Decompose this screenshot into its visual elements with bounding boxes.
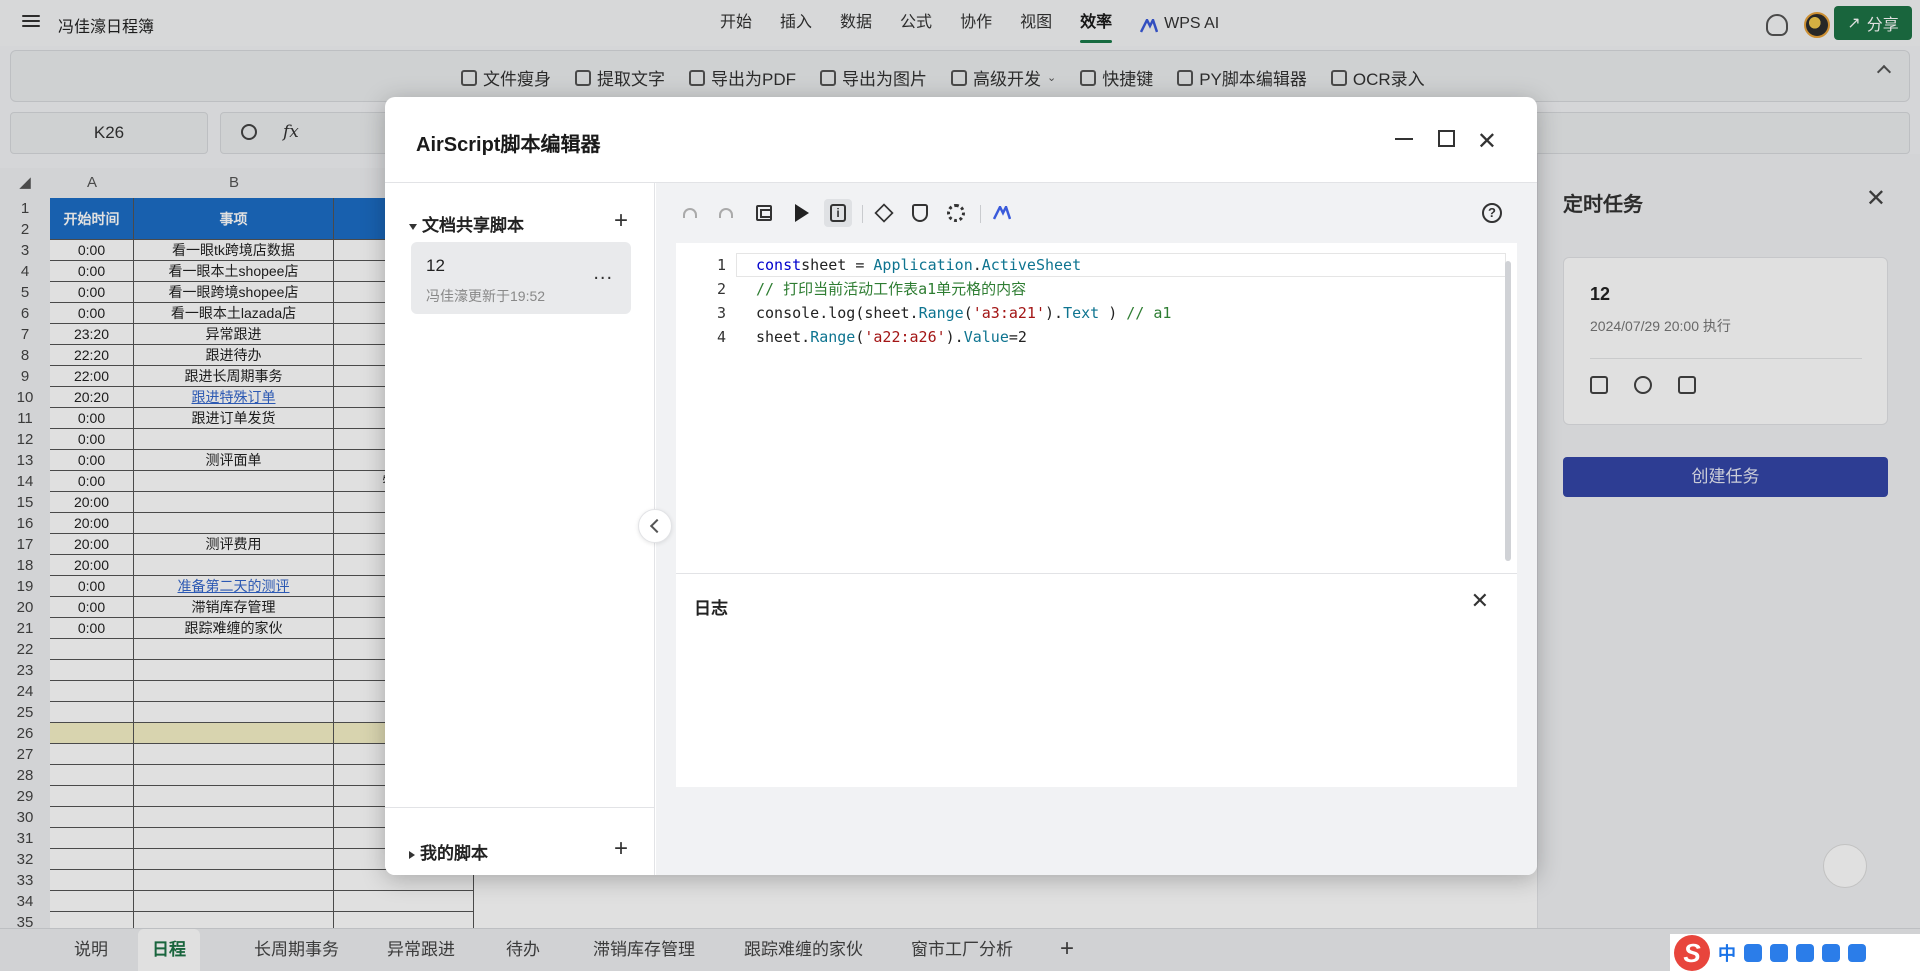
shared-scripts-label: 文档共享脚本 — [422, 216, 524, 235]
airscript-editor-dialog: AirScript脚本编辑器 ✕ 文档共享脚本 + 12 冯佳濠更新于19:52… — [385, 97, 1537, 875]
info-icon: i — [830, 204, 846, 222]
code-text: constsheet = Application.ActiveSheet — [756, 256, 1082, 274]
line-number: 2 — [716, 280, 726, 298]
chevron-left-icon — [649, 518, 665, 534]
shared-scripts-header[interactable]: 文档共享脚本 — [409, 211, 524, 236]
script-list-panel: 文档共享脚本 + 12 冯佳濠更新于19:52 ... 我的脚本 + — [385, 183, 655, 875]
permission-button[interactable] — [906, 199, 934, 227]
add-shared-script-icon[interactable]: + — [614, 209, 628, 233]
log-panel: 日志 ✕ — [676, 573, 1517, 787]
debug-button[interactable]: i — [824, 199, 852, 227]
microphone-icon[interactable] — [1770, 943, 1788, 962]
toolbar-separator — [980, 205, 981, 223]
code-line[interactable]: 2 // 打印当前活动工作表a1单元格的内容 — [676, 277, 1476, 301]
code-line[interactable]: 4 sheet.Range('a22:a26').Value=2 — [676, 325, 1476, 349]
package-button[interactable] — [870, 199, 898, 227]
toolbar-separator — [862, 205, 863, 223]
sogou-logo-icon[interactable]: S — [1674, 934, 1710, 971]
redo-button[interactable] — [712, 199, 740, 227]
gear-icon — [947, 204, 965, 222]
line-number: 1 — [716, 256, 726, 274]
script-name: 12 — [426, 256, 445, 275]
collapse-sidebar-button[interactable] — [638, 509, 672, 543]
my-scripts-label: 我的脚本 — [420, 844, 488, 863]
dialog-title: AirScript脚本编辑器 — [416, 134, 601, 156]
editor-toolbar: i ? — [656, 183, 1537, 241]
ime-language[interactable]: 中 — [1718, 940, 1736, 966]
script-item[interactable]: 12 冯佳濠更新于19:52 ... — [411, 242, 631, 314]
line-number: 3 — [716, 304, 726, 322]
skin-icon[interactable] — [1822, 943, 1840, 962]
punctuation-icon[interactable] — [1744, 943, 1762, 962]
code-line[interactable]: 1 constsheet = Application.ActiveSheet — [676, 253, 1476, 277]
undo-button[interactable] — [676, 199, 704, 227]
undo-icon — [683, 208, 697, 218]
code-line[interactable]: 3 console.log(sheet.Range('a3:a21').Text … — [676, 301, 1476, 325]
add-my-script-icon[interactable]: + — [614, 837, 628, 861]
settings-button[interactable] — [942, 199, 970, 227]
line-number: 4 — [716, 328, 726, 346]
save-icon — [756, 205, 772, 221]
section-divider — [385, 807, 655, 808]
help-icon: ? — [1482, 203, 1502, 223]
code-text: // 打印当前活动工作表a1单元格的内容 — [756, 280, 1027, 298]
close-icon[interactable]: ✕ — [1477, 127, 1497, 156]
code-text: console.log(sheet.Range('a3:a21').Text )… — [756, 304, 1172, 322]
ai-assist-button[interactable] — [988, 199, 1016, 227]
expand-icon — [409, 223, 417, 230]
run-button[interactable] — [788, 199, 816, 227]
script-updated: 冯佳濠更新于19:52 — [426, 288, 546, 304]
toolbox-icon[interactable] — [1848, 943, 1866, 962]
collapsed-icon — [409, 850, 415, 859]
redo-icon — [719, 208, 733, 218]
ime-toolbar: S 中 — [1670, 934, 1920, 971]
play-icon — [795, 204, 809, 222]
log-title: 日志 — [694, 599, 728, 618]
wps-ai-icon — [992, 203, 1012, 220]
code-text: sheet.Range('a22:a26').Value=2 — [756, 328, 1027, 346]
help-button[interactable]: ? — [1478, 199, 1506, 227]
cube-icon — [874, 203, 894, 223]
more-options-icon[interactable]: ... — [593, 262, 613, 285]
keyboard-icon[interactable] — [1796, 943, 1814, 962]
my-scripts-header[interactable]: 我的脚本 — [409, 839, 488, 864]
code-editor[interactable]: 1 constsheet = Application.ActiveSheet 2 //… — [676, 243, 1517, 573]
maximize-icon[interactable] — [1438, 130, 1455, 147]
shield-icon — [912, 204, 928, 222]
minimize-icon[interactable] — [1395, 138, 1413, 140]
close-icon[interactable]: ✕ — [1471, 588, 1489, 614]
editor-scrollbar[interactable] — [1505, 261, 1511, 561]
save-button[interactable] — [750, 199, 778, 227]
editor-area: i ? 1 constsheet = Application.ActiveShee… — [656, 183, 1537, 875]
